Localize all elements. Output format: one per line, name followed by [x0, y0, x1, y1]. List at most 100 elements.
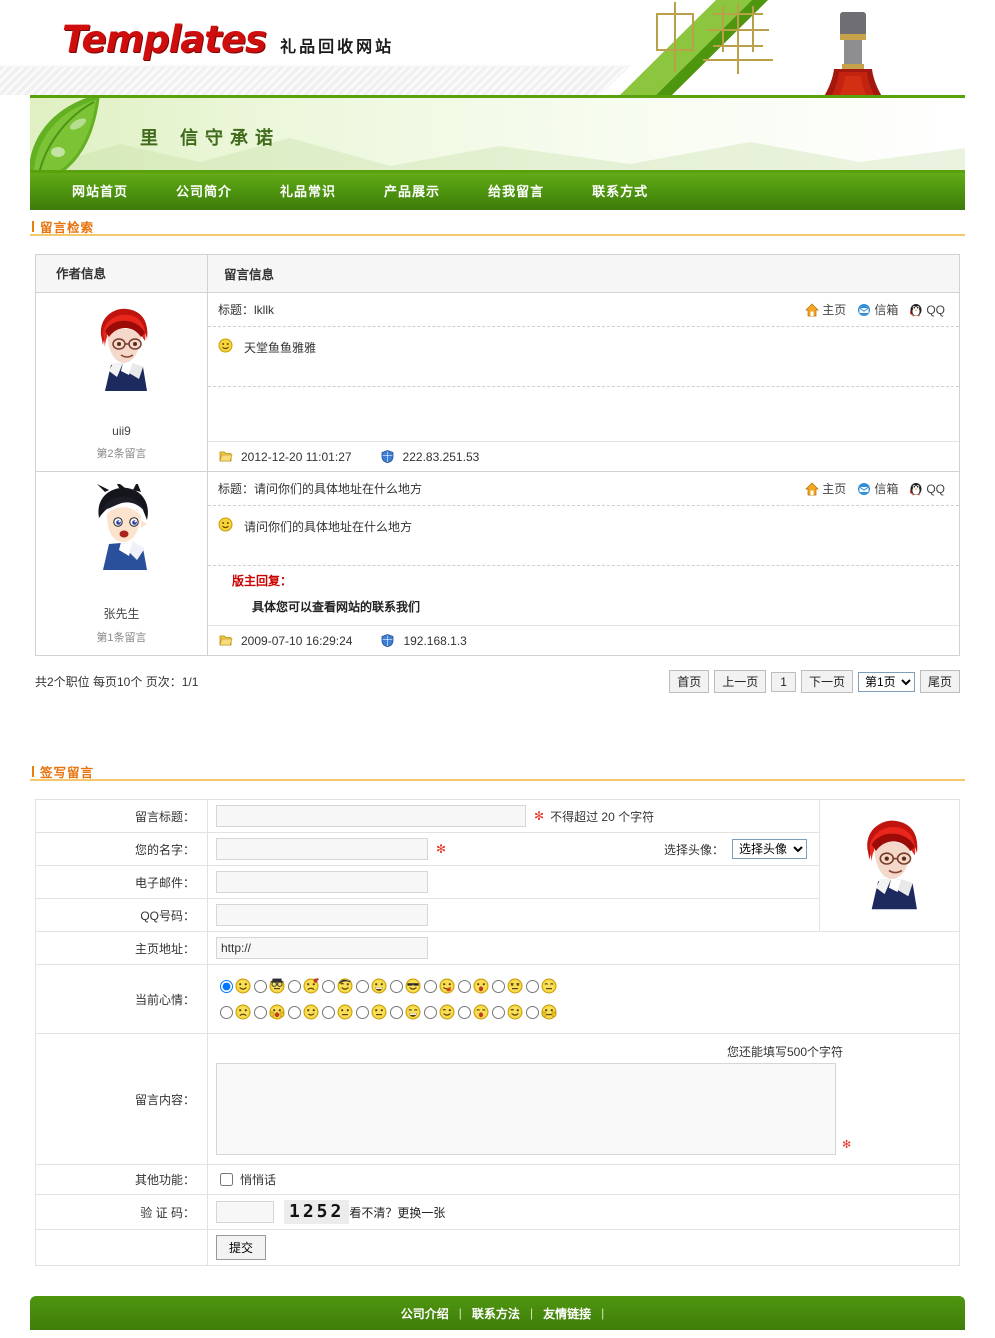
- mood-emoticon-tongue-red-icon: [439, 978, 455, 994]
- mood-radio-wink-cool[interactable]: [322, 979, 335, 993]
- title-input[interactable]: [216, 805, 526, 827]
- section-title-board-text: 留言检索: [40, 221, 95, 235]
- mood-radio-grin-teeth[interactable]: [356, 979, 369, 993]
- mood-radio-scared-hands[interactable]: [254, 1005, 267, 1019]
- mood-option-big-mouth[interactable]: [458, 1004, 492, 1020]
- mood-radio-cool-shades[interactable]: [390, 979, 403, 993]
- mood-option-nerd[interactable]: [254, 978, 288, 994]
- mood-option-laugh-big[interactable]: [390, 1004, 424, 1020]
- nav-item-about[interactable]: 公司简介: [152, 173, 256, 210]
- message-meta-row: 2012-12-20 11:01:27 222.83.251.53: [208, 441, 959, 471]
- email-input[interactable]: [216, 871, 428, 893]
- pagination-next-button[interactable]: 下一页: [800, 670, 853, 693]
- mood-radio-smile[interactable]: [220, 979, 233, 993]
- mood-option-smile[interactable]: [220, 978, 254, 994]
- nav-item-knowledge[interactable]: 礼品常识: [256, 173, 360, 210]
- mood-option-angry-hit[interactable]: [288, 978, 322, 994]
- calendar-icon: [219, 635, 233, 646]
- pagination-first-button[interactable]: 首页: [669, 670, 710, 693]
- mood-radio-smirk[interactable]: [288, 1005, 301, 1019]
- message-subject-prefix: 标题：: [218, 482, 255, 496]
- captcha-input[interactable]: [216, 1201, 274, 1223]
- message-subject-row: 标题：lkllk 主页 信箱 QQ: [208, 293, 959, 327]
- mood-radio-plain[interactable]: [356, 1005, 369, 1019]
- mood-emoticon-dizzy-x-icon: [507, 978, 523, 994]
- mood-option-scared-hands[interactable]: [254, 1004, 288, 1020]
- mood-option-sleepy-zz[interactable]: [526, 978, 560, 994]
- homepage-input[interactable]: [216, 937, 428, 959]
- mailbox-link[interactable]: 信箱: [857, 480, 898, 497]
- mood-option-grin-teeth[interactable]: [356, 978, 390, 994]
- mood-radio-silly[interactable]: [424, 1005, 437, 1019]
- mood-option-sad[interactable]: [220, 1004, 254, 1020]
- qq-link[interactable]: QQ: [909, 481, 945, 496]
- qq-input[interactable]: [216, 904, 428, 926]
- nav-item-guestbook[interactable]: 给我留言: [464, 173, 568, 210]
- mood-radio-big-mouth[interactable]: [458, 1005, 471, 1019]
- field-name-cell: ✻ 选择头像： 选择头像: [207, 832, 820, 866]
- footer-link-friends[interactable]: 友情链接: [533, 1305, 601, 1322]
- mood-option-wink[interactable]: [492, 1004, 526, 1020]
- field-mood-cell: [207, 964, 960, 1034]
- submit-button[interactable]: 提交: [216, 1235, 267, 1260]
- homepage-link[interactable]: 主页: [805, 301, 846, 318]
- mood-option-cool-shades[interactable]: [390, 978, 424, 994]
- mood-face-icon: [218, 336, 234, 377]
- mood-radio-laugh-big[interactable]: [390, 1005, 403, 1019]
- pagination-last-button[interactable]: 尾页: [919, 670, 960, 693]
- name-input[interactable]: [216, 838, 428, 860]
- mood-radio-neutral[interactable]: [322, 1005, 335, 1019]
- mood-radio-tongue-red[interactable]: [424, 979, 437, 993]
- mood-option-neutral[interactable]: [322, 1004, 356, 1020]
- required-mark-title: ✻: [534, 809, 545, 823]
- avatar-select[interactable]: 选择头像: [732, 839, 807, 859]
- content-textarea[interactable]: [216, 1063, 836, 1155]
- message-subject-text: 标题：请问你们的具体地址在什么地方: [218, 480, 422, 497]
- mood-radio-nerd[interactable]: [254, 979, 267, 993]
- mood-radio-dizzy-x[interactable]: [492, 979, 505, 993]
- avatar: [96, 484, 148, 570]
- mood-option-smirk[interactable]: [288, 1004, 322, 1020]
- mood-radio-angry-hit[interactable]: [288, 979, 301, 993]
- mood-option-tongue-red[interactable]: [424, 978, 458, 994]
- mood-option-shy-cover[interactable]: [526, 1004, 560, 1020]
- site-logo[interactable]: Templates 礼品回收网站: [62, 18, 394, 61]
- mood-option-plain[interactable]: [356, 1004, 390, 1020]
- mood-radio-surprised-o[interactable]: [458, 979, 471, 993]
- nav-item-products[interactable]: 产品展示: [360, 173, 464, 210]
- mood-option-dizzy-x[interactable]: [492, 978, 526, 994]
- pagination-page-1[interactable]: 1: [771, 671, 796, 692]
- label-homepage: 主页地址：: [35, 931, 208, 965]
- mood-option-surprised-o[interactable]: [458, 978, 492, 994]
- mood-emoticon-surprised-o-icon: [473, 978, 489, 994]
- footer-link-about[interactable]: 公司介绍: [391, 1305, 459, 1322]
- pagination-prev-button[interactable]: 上一页: [714, 670, 767, 693]
- pagination-page-select[interactable]: 第1页: [857, 671, 915, 692]
- mood-radio-sad[interactable]: [220, 1005, 233, 1019]
- column-header-author: 作者信息: [36, 254, 208, 293]
- mood-radio-shy-cover[interactable]: [526, 1005, 539, 1019]
- message-content-row: 请问你们的具体地址在什么地方: [208, 506, 959, 566]
- form-row-homepage: 主页地址：: [35, 931, 960, 965]
- homepage-link[interactable]: 主页: [805, 480, 846, 497]
- mood-option-silly[interactable]: [424, 1004, 458, 1020]
- qq-link[interactable]: QQ: [909, 302, 945, 317]
- mood-emoticon-wink-icon: [507, 1004, 523, 1020]
- mood-option-wink-cool[interactable]: [322, 978, 356, 994]
- mailbox-link-label: 信箱: [874, 482, 899, 496]
- whisper-checkbox[interactable]: [220, 1173, 233, 1186]
- message-author-cell: 张先生 第1条留言: [36, 472, 208, 655]
- message-ip: 192.168.1.3: [403, 633, 467, 648]
- mood-emoticon-smile-icon: [235, 978, 251, 994]
- captcha-refresh-link[interactable]: 看不清？更换一张: [349, 1204, 445, 1221]
- mood-radio-sleepy-zz[interactable]: [526, 979, 539, 993]
- nav-item-home[interactable]: 网站首页: [48, 173, 152, 210]
- mood-emoticon-plain-icon: [371, 1004, 387, 1020]
- mood-emoticon-wink-cool-icon: [337, 978, 353, 994]
- whisper-checkbox-row[interactable]: 悄悄话: [216, 1170, 951, 1189]
- nav-item-contact[interactable]: 联系方式: [568, 173, 672, 210]
- footer-link-contact[interactable]: 联系方法: [462, 1305, 530, 1322]
- mailbox-link[interactable]: 信箱: [857, 301, 898, 318]
- mood-radio-wink[interactable]: [492, 1005, 505, 1019]
- mood-emoticon-grin-teeth-icon: [371, 978, 387, 994]
